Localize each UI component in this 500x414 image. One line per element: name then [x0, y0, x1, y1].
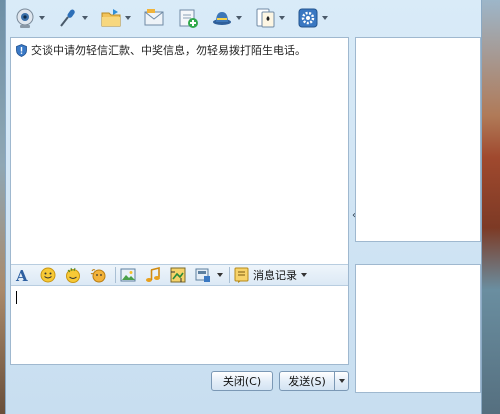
message-input[interactable]	[11, 286, 348, 364]
document-add-icon	[179, 9, 198, 28]
security-notice: 交谈中请勿轻信汇款、中奖信息，勿轻易拨打陌生电话。	[15, 42, 306, 58]
message-history-label: 消息记录	[253, 269, 297, 282]
remote-assist-button[interactable]	[211, 3, 242, 33]
chevron-down-icon[interactable]	[82, 16, 88, 20]
chevron-down-icon	[338, 379, 345, 383]
toolbar-divider	[229, 267, 230, 283]
chevron-down-icon[interactable]	[236, 16, 242, 20]
shake-icon[interactable]	[90, 267, 106, 283]
mail-icon	[144, 9, 164, 26]
action-bar: 关闭(C) 发送(S)	[10, 371, 349, 393]
game-button[interactable]	[254, 3, 285, 33]
self-preview-panel	[355, 264, 481, 393]
text-caret	[16, 291, 17, 304]
format-toolbar: A 消息记录	[11, 264, 348, 286]
smiley-icon[interactable]	[40, 267, 56, 283]
send-button[interactable]: 发送(S)	[279, 371, 335, 391]
music-icon[interactable]	[145, 267, 161, 283]
top-toolbar	[6, 0, 481, 36]
chevron-down-icon[interactable]	[279, 16, 285, 20]
app-gear-icon	[298, 8, 318, 28]
chevron-down-icon[interactable]	[39, 16, 45, 20]
security-notice-text: 交谈中请勿轻信汇款、中奖信息，勿轻易拨打陌生电话。	[31, 44, 306, 57]
hat-icon	[213, 12, 231, 25]
poker-card-icon	[256, 8, 275, 28]
shield-icon	[16, 43, 27, 57]
app-settings-button[interactable]	[297, 3, 328, 33]
message-history-button[interactable]: 消息记录	[234, 267, 307, 283]
image-icon[interactable]	[120, 267, 136, 283]
close-button[interactable]: 关闭(C)	[211, 371, 273, 391]
chat-window: 交谈中请勿轻信汇款、中奖信息，勿轻易拨打陌生电话。 A 消息记录 ‹ 关闭(C)…	[5, 0, 482, 414]
history-icon	[234, 267, 249, 283]
more-icon[interactable]	[195, 267, 211, 283]
chevron-down-icon[interactable]	[322, 16, 328, 20]
microphone-icon	[60, 9, 75, 27]
screenshot-icon[interactable]	[170, 267, 186, 283]
contact-info-panel	[355, 37, 481, 242]
doc-share-button[interactable]	[177, 3, 199, 33]
svg-text:A: A	[15, 267, 28, 283]
send-options-button[interactable]	[334, 371, 349, 391]
folder-icon	[101, 9, 121, 27]
webcam-button[interactable]	[14, 3, 45, 33]
chevron-down-icon[interactable]	[301, 273, 307, 277]
chevron-down-icon[interactable]	[125, 16, 131, 20]
font-icon[interactable]: A	[15, 267, 31, 283]
file-transfer-button[interactable]	[100, 3, 131, 33]
message-panel: 交谈中请勿轻信汇款、中奖信息，勿轻易拨打陌生电话。 A 消息记录	[10, 37, 349, 365]
webcam-icon	[16, 8, 34, 28]
toolbar-divider	[115, 267, 116, 283]
chevron-down-icon[interactable]	[217, 273, 223, 277]
voice-button[interactable]	[57, 3, 88, 33]
desktop-background-right	[482, 0, 500, 414]
mail-button[interactable]	[143, 3, 165, 33]
wink-icon[interactable]	[65, 267, 81, 283]
